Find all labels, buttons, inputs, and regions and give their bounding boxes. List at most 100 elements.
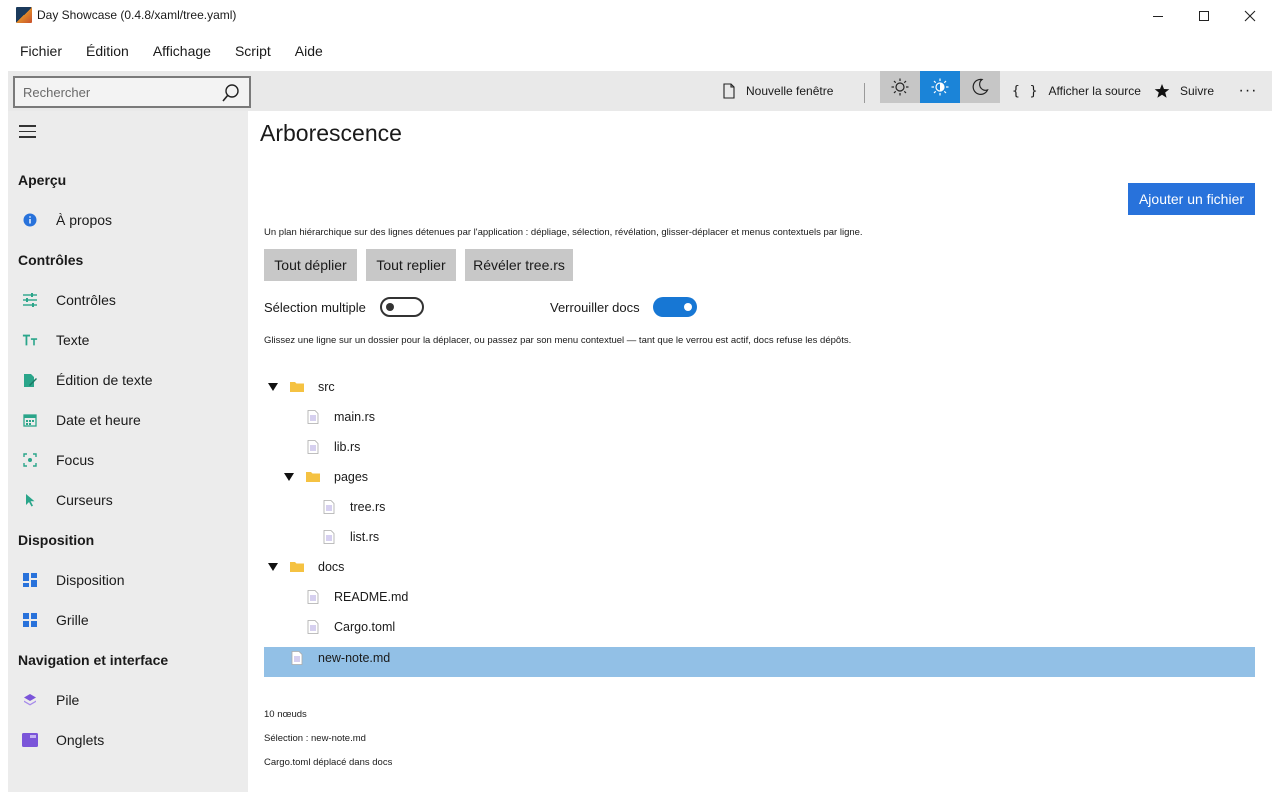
sidebar-item-focus[interactable]: Focus — [8, 440, 248, 480]
tree-row-label: src — [318, 380, 335, 394]
sidebar-item-controles[interactable]: Contrôles — [8, 280, 248, 320]
app-logo-icon — [16, 7, 32, 23]
tree-row-label: Cargo.toml — [334, 620, 396, 634]
tree-row[interactable]: lib.rs — [264, 432, 1255, 462]
follow-label: Suivre — [1180, 84, 1215, 98]
tree-row-label: README.md — [334, 590, 409, 604]
sidebar-item-label: Édition de texte — [56, 372, 153, 388]
edit-document-icon — [22, 372, 38, 388]
file-icon — [307, 590, 319, 604]
new-window-label: Nouvelle fenêtre — [746, 84, 834, 98]
tree-row-label: lib.rs — [334, 440, 361, 454]
search-icon[interactable] — [221, 83, 241, 103]
cursor-icon — [22, 492, 38, 508]
sidebar-item-date-heure[interactable]: Date et heure — [8, 400, 248, 440]
sidebar-item-texte[interactable]: Texte — [8, 320, 248, 360]
show-source-label: Afficher la source — [1048, 84, 1141, 98]
sidebar-item-label: Texte — [56, 332, 90, 348]
search-box — [13, 76, 251, 108]
info-icon — [22, 212, 38, 228]
lock-docs-label: Verrouiller docs — [550, 300, 640, 315]
new-window-button[interactable]: Nouvelle fenêtre — [722, 71, 833, 111]
sidebar-item-curseurs[interactable]: Curseurs — [8, 480, 248, 520]
title-bar: Day Showcase (0.4.8/xaml/tree.yaml) — [0, 0, 1280, 32]
sidebar-item-label: Focus — [56, 452, 95, 468]
multi-select-toggle[interactable] — [380, 297, 424, 317]
sidebar-item-a-propos[interactable]: À propos — [8, 200, 248, 240]
menu-script[interactable]: Script — [223, 32, 283, 70]
menu-edition[interactable]: Édition — [74, 32, 141, 70]
sidebar-item-label: Contrôles — [56, 292, 116, 308]
last-action-status: Cargo.toml déplacé dans docs — [264, 757, 393, 768]
tree-row-selected[interactable]: new-note.md — [264, 647, 1255, 677]
sidebar-item-label: Disposition — [56, 572, 125, 588]
lock-docs-toggle[interactable] — [653, 297, 697, 317]
menu-bar: Fichier Édition Affichage Script Aide — [0, 32, 1280, 70]
multi-select-label: Sélection multiple — [264, 300, 366, 315]
chevron-down-icon[interactable] — [268, 382, 278, 392]
folder-icon — [290, 562, 304, 572]
sidebar-section-apercu: Aperçu — [18, 172, 67, 188]
sliders-icon — [22, 292, 38, 308]
tree-row[interactable]: main.rs — [264, 402, 1255, 432]
folder-icon — [290, 382, 304, 392]
tree-row[interactable]: src — [264, 372, 1255, 402]
window-title: Day Showcase (0.4.8/xaml/tree.yaml) — [37, 8, 237, 22]
follow-button[interactable]: Suivre — [1154, 71, 1214, 111]
close-icon — [1244, 10, 1256, 22]
more-options-button[interactable]: ··· — [1238, 71, 1258, 111]
sidebar-item-grille[interactable]: Grille — [8, 600, 248, 640]
selection-status: Sélection : new-note.md — [264, 733, 366, 744]
menu-fichier[interactable]: Fichier — [8, 32, 74, 70]
stack-icon — [22, 692, 38, 708]
collapse-all-button[interactable]: Tout replier — [366, 249, 456, 281]
expand-all-button[interactable]: Tout déplier — [264, 249, 357, 281]
tree-row[interactable]: tree.rs — [264, 492, 1255, 522]
tree-row[interactable]: pages — [264, 462, 1255, 492]
search-input[interactable] — [23, 82, 213, 102]
calendar-icon — [22, 412, 38, 428]
sidebar-item-label: Curseurs — [56, 492, 113, 508]
sidebar-item-onglets[interactable]: Onglets — [8, 720, 248, 760]
menu-aide[interactable]: Aide — [283, 32, 335, 70]
auto-theme-icon — [931, 78, 949, 96]
theme-light-button[interactable] — [880, 71, 920, 103]
maximize-button[interactable] — [1181, 0, 1227, 32]
add-file-button[interactable]: Ajouter un fichier — [1128, 183, 1255, 215]
toolbar-separator — [864, 83, 865, 103]
sidebar-item-pile[interactable]: Pile — [8, 680, 248, 720]
new-window-icon — [723, 83, 735, 99]
file-icon — [307, 620, 319, 634]
theme-dark-button[interactable] — [960, 71, 1000, 103]
file-icon — [307, 410, 319, 424]
theme-auto-button[interactable] — [920, 71, 960, 103]
chevron-down-icon[interactable] — [268, 562, 278, 572]
minimize-button[interactable] — [1135, 0, 1181, 32]
tree-row-label: main.rs — [334, 410, 375, 424]
layout-icon — [22, 572, 38, 588]
page-description: Un plan hiérarchique sur des lignes déte… — [264, 227, 863, 238]
sidebar-item-edition-texte[interactable]: Édition de texte — [8, 360, 248, 400]
reveal-button[interactable]: Révéler tree.rs — [465, 249, 573, 281]
text-size-icon — [22, 332, 38, 348]
sidebar-section-controles: Contrôles — [18, 252, 84, 268]
file-icon — [323, 500, 335, 514]
tree-row[interactable]: list.rs — [264, 522, 1255, 552]
show-source-button[interactable]: { } Afficher la source — [1012, 71, 1141, 111]
tree-row[interactable]: README.md — [264, 582, 1255, 612]
moon-icon — [972, 78, 989, 95]
tabs-icon — [22, 732, 38, 748]
chevron-down-icon[interactable] — [284, 472, 294, 482]
close-button[interactable] — [1227, 0, 1273, 32]
tree-row[interactable]: Cargo.toml — [264, 612, 1255, 642]
tree-row-label: docs — [318, 560, 345, 574]
sidebar-section-navigation: Navigation et interface — [18, 652, 169, 668]
sidebar-item-label: Pile — [56, 692, 80, 708]
folder-icon — [306, 472, 320, 482]
hamburger-menu-icon[interactable] — [19, 125, 37, 138]
menu-affichage[interactable]: Affichage — [141, 32, 223, 70]
sidebar-item-label: Date et heure — [56, 412, 141, 428]
maximize-icon — [1199, 11, 1209, 21]
sidebar-item-disposition[interactable]: Disposition — [8, 560, 248, 600]
tree-row[interactable]: docs — [264, 552, 1255, 582]
